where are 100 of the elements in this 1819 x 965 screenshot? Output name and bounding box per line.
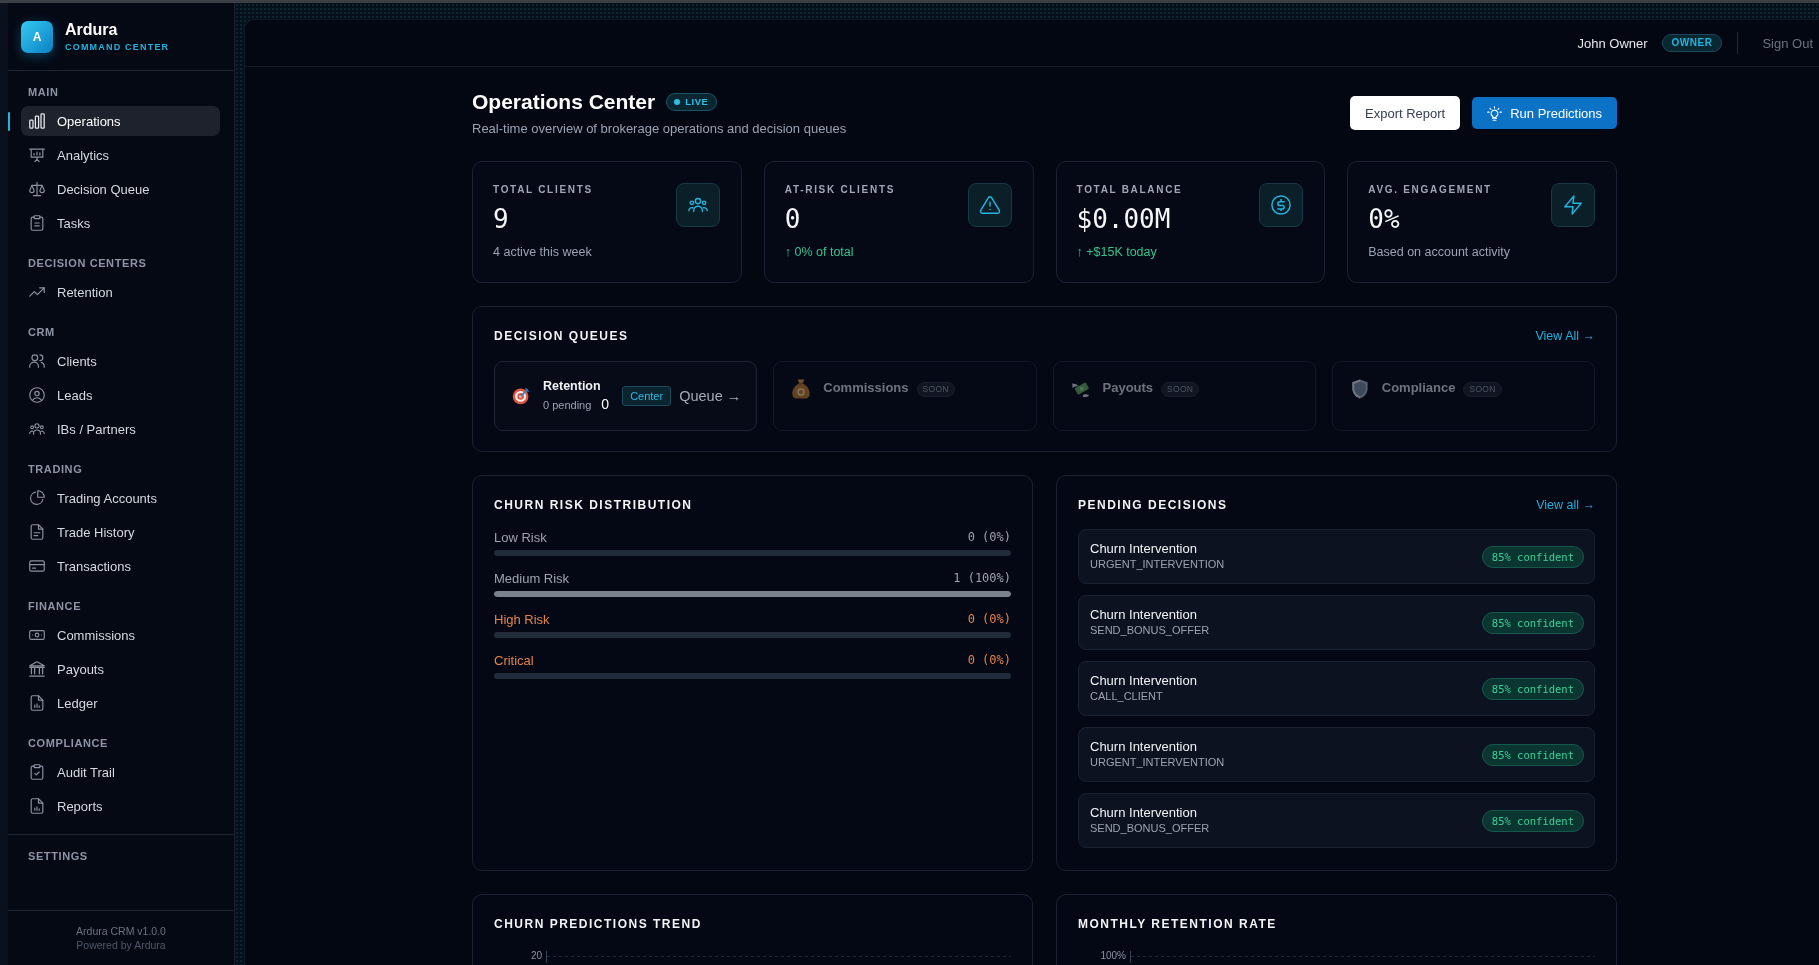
shield-icon (1349, 379, 1370, 399)
target-icon (512, 387, 530, 405)
stat-value: 9 (493, 204, 509, 234)
stat-note: Based on account activity (1368, 244, 1510, 260)
sign-out-link[interactable]: Sign Out (1762, 35, 1813, 51)
action-button[interactable]: Export Report (1350, 96, 1461, 130)
queue-name: Retention (543, 378, 601, 395)
bank-icon (29, 661, 45, 677)
clipboard-icon (29, 215, 45, 231)
section-label: CRM (28, 325, 55, 339)
confidence-badge: 85% confident (1481, 743, 1584, 766)
risk-label: Critical (494, 652, 534, 668)
action-button[interactable]: Run Predictions (1472, 97, 1617, 129)
queue-link[interactable]: Queue → (679, 388, 742, 404)
warning-icon (967, 183, 1012, 227)
nav-item[interactable]: Payouts (21, 654, 220, 684)
nav-item[interactable]: Clients (21, 346, 220, 376)
nav-item[interactable]: Trading Accounts (21, 483, 220, 513)
risk-value: 0 (0%) (967, 653, 1011, 667)
stat-value: 0% (1368, 204, 1400, 234)
risk-value: 0 (0%) (967, 612, 1011, 626)
stat-value: $0.00M (1076, 204, 1171, 234)
nav-item[interactable]: Analytics (21, 140, 220, 170)
decision-title: Churn Intervention (1090, 607, 1197, 623)
decision-action: SEND_BONUS_OFFER (1090, 821, 1210, 836)
risk-value: 1 (100%) (953, 571, 1011, 585)
version-text: Ardura CRM v1.0.0 (76, 924, 166, 938)
pending-count: 0 pending (543, 398, 592, 413)
document-chart-icon (29, 798, 45, 814)
decision-item[interactable]: Churn Intervention SEND_BONUS_OFFER 85% confident (1078, 595, 1595, 650)
decision-title: Churn Intervention (1090, 673, 1197, 689)
decision-action: URGENT_INTERVENTION (1090, 557, 1225, 572)
clipboard-check-icon (29, 764, 45, 780)
scales-icon (29, 181, 45, 197)
view-all-link[interactable]: View all → (1536, 498, 1595, 512)
queue-count: 0 (601, 395, 610, 413)
app-tagline: COMMAND CENTER (65, 41, 170, 53)
soon-badge: SOON (1463, 382, 1502, 397)
nav-item[interactable]: Transactions (21, 551, 220, 581)
selection-indicator (8, 111, 10, 131)
center-button[interactable]: Center (622, 386, 672, 406)
nav-item[interactable]: Ledger (21, 688, 220, 718)
credit-text: Powered by Ardura (76, 938, 166, 952)
section-label: SETTINGS (28, 849, 88, 863)
decision-item[interactable]: Churn Intervention SEND_BONUS_OFFER 85% confident (1078, 793, 1595, 848)
risk-label: Low Risk (494, 529, 547, 545)
confidence-badge: 85% confident (1481, 677, 1584, 700)
decision-title: Churn Intervention (1090, 541, 1197, 557)
soon-badge: SOON (916, 382, 955, 397)
view-all-link[interactable]: View All → (1535, 329, 1595, 343)
panel-title: MONTHLY RETENTION RATE (1078, 916, 1277, 932)
nav-item[interactable]: Leads (21, 380, 220, 410)
trend-up-icon (29, 284, 45, 300)
nav-item[interactable]: IBs / Partners (21, 414, 220, 444)
status-dot-icon (674, 99, 681, 105)
panel-title: PENDING DECISIONS (1078, 497, 1228, 513)
stat-value: 0 (784, 204, 801, 234)
nav-item[interactable]: Decision Queue (21, 174, 220, 204)
bar-chart-icon (29, 113, 45, 129)
nav-item[interactable]: Commissions (21, 620, 220, 650)
decision-action: URGENT_INTERVENTION (1090, 755, 1225, 770)
decision-item[interactable]: Churn Intervention URGENT_INTERVENTION 85% confident (1078, 727, 1595, 782)
app-name: Ardura (65, 20, 118, 39)
panel-title: CHURN RISK DISTRIBUTION (494, 497, 693, 513)
nav-item[interactable]: Trade History (21, 517, 220, 547)
section-label: TRADING (28, 462, 83, 476)
nav-item[interactable]: Tasks (21, 208, 220, 238)
risk-value: 0 (0%) (967, 530, 1011, 544)
user-name: John Owner (1577, 35, 1648, 51)
page-subtitle: Real-time overview of brokerage operations and decision queues (472, 120, 847, 138)
confidence-badge: 85% confident (1481, 809, 1584, 832)
soon-badge: SOON (1161, 382, 1200, 397)
decision-item[interactable]: Churn Intervention CALL_CLIENT 85% confident (1078, 661, 1595, 716)
decision-title: Churn Intervention (1090, 739, 1197, 755)
risk-label: High Risk (494, 611, 550, 627)
group-icon (29, 421, 45, 437)
nav-item[interactable]: Reports (21, 791, 220, 821)
dollar-icon (1259, 183, 1304, 227)
axis-tick-label: 20 (529, 949, 543, 963)
decision-item[interactable]: Churn Intervention URGENT_INTERVENTION 85% confident (1078, 529, 1595, 584)
confidence-badge: 85% confident (1481, 545, 1584, 568)
stat-label: AT-RISK CLIENTS (784, 183, 896, 197)
nav-item[interactable]: Operations (21, 106, 220, 136)
app-logo: A (21, 20, 53, 53)
queue-name: Commissions (823, 379, 909, 397)
confidence-badge: 85% confident (1481, 611, 1584, 634)
nav-item[interactable]: Retention (21, 277, 220, 307)
axis-tick-label: 100% (1099, 949, 1127, 963)
banknote-icon (29, 627, 45, 643)
panel-title: CHURN PREDICTIONS TREND (494, 916, 702, 932)
live-label: LIVE (685, 96, 709, 108)
stat-note: ↑ +$15K today (1076, 244, 1157, 260)
user-circle-icon (29, 387, 45, 403)
stat-label: AVG. ENGAGEMENT (1368, 183, 1492, 197)
nav-item[interactable]: Audit Trail (21, 757, 220, 787)
stat-label: TOTAL CLIENTS (493, 183, 593, 197)
lightning-icon (1551, 183, 1595, 227)
role-badge: OWNER (1661, 34, 1723, 52)
section-label: COMPLIANCE (28, 736, 108, 750)
page-title: Operations Center (472, 89, 656, 115)
